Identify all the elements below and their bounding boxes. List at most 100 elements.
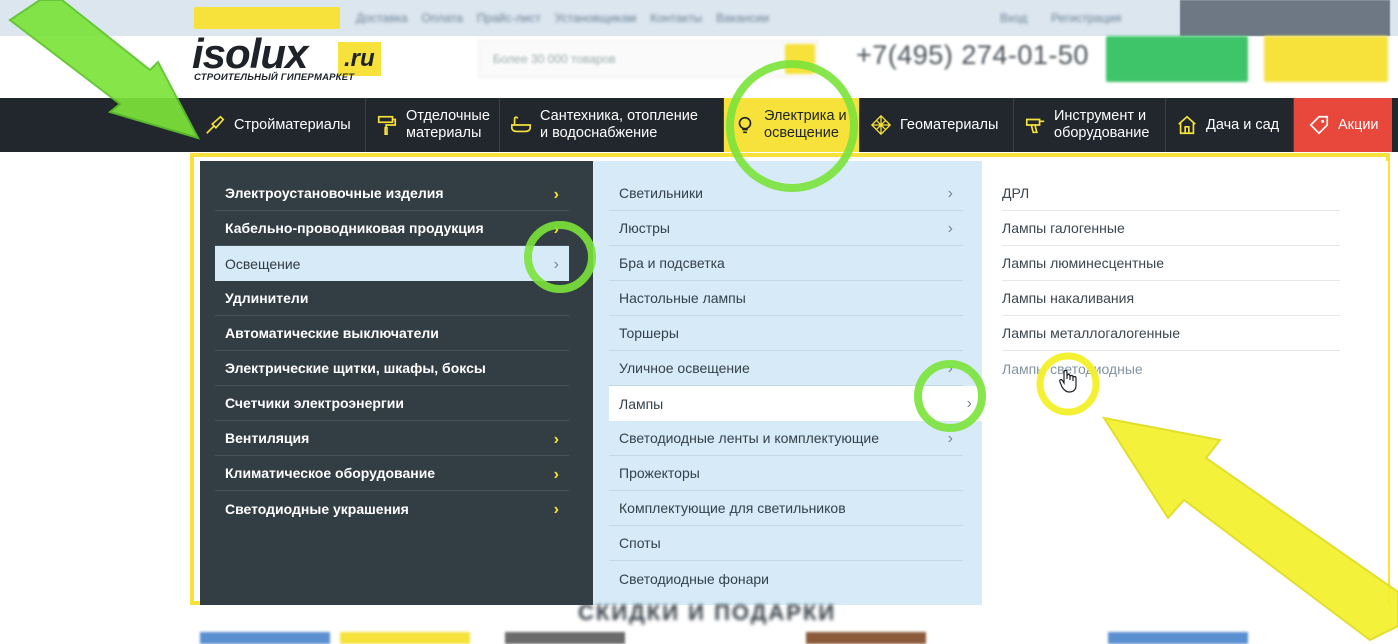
chevron-right-icon: › xyxy=(553,221,559,238)
chevron-right-icon: › xyxy=(947,220,953,237)
phone-number[interactable]: +7(495) 274-01-50 xyxy=(856,40,1089,71)
submenu-item[interactable]: Светодиодные ленты и комплектующие › xyxy=(609,421,963,456)
lamp-type-item[interactable]: Лампы металлогалогенные xyxy=(1002,316,1340,351)
submenu-item-label: Светодиодные фонари xyxy=(619,570,769,587)
nav-label: Дача и сад xyxy=(1206,116,1280,133)
submenu-item-label: Светильники xyxy=(619,185,703,201)
nav-item-akcii[interactable]: Акции xyxy=(1294,98,1392,152)
submenu-item[interactable]: Уличное освещение › xyxy=(609,351,963,386)
bathtub-icon xyxy=(511,116,531,133)
submenu-item[interactable]: Торшеры xyxy=(609,316,963,351)
submenu-item-label: Споты xyxy=(619,535,661,551)
menu-item-label: Удлинители xyxy=(225,290,309,306)
menu-item[interactable]: Счетчики электроэнергии xyxy=(215,386,569,421)
menu-item[interactable]: Вентиляция › xyxy=(215,421,569,456)
search-field[interactable]: Более 30 000 товаров xyxy=(478,40,818,78)
submenu-item[interactable]: Светильники › xyxy=(609,176,963,211)
pay-order-button[interactable] xyxy=(1106,36,1248,82)
logo-domain: .ru xyxy=(338,42,381,76)
menu-item-label: Светодиодные украшения xyxy=(225,500,409,517)
drill-icon xyxy=(1025,118,1045,134)
submenu-item[interactable]: Настольные лампы xyxy=(609,281,963,316)
mega-menu: Электроустановочные изделия › Кабельно-пр… xyxy=(190,153,1390,605)
nav-label: Электрика и освещение xyxy=(764,108,847,141)
menu-item-label: Вентиляция xyxy=(225,430,310,446)
product-thumbnail[interactable] xyxy=(1108,632,1248,644)
lamp-type-item-hovered[interactable]: Лампы светодиодные xyxy=(1002,351,1340,386)
chevron-right-icon: › xyxy=(553,256,559,273)
nav-item-geomaterialy[interactable]: Геоматериалы xyxy=(860,98,1014,152)
register-link[interactable]: Регистрация xyxy=(1051,11,1121,25)
submenu-item[interactable]: Споты xyxy=(609,526,963,561)
submenu-item[interactable]: Комплектующие для светильников xyxy=(609,491,963,526)
nav-label: Сантехника, отопление и водоснабжение xyxy=(540,108,698,141)
lightbulb-icon xyxy=(738,116,752,134)
promo-badge[interactable] xyxy=(194,7,340,29)
nav-label: Инструмент и оборудование xyxy=(1054,108,1150,141)
menu-column-subcategories: Светильники › Люстры › Бра и подсветка Нас… xyxy=(593,161,982,605)
search-placeholder: Более 30 000 товаров xyxy=(493,52,616,66)
callback-button[interactable] xyxy=(1180,0,1390,36)
menu-item-label: Электрические щитки, шкафы, боксы xyxy=(225,360,486,376)
page: Доставка Оплата Прайс-лист Установщикам … xyxy=(0,0,1398,644)
top-link[interactable]: Контакты xyxy=(650,11,702,25)
submenu-item-label: Люстры xyxy=(619,220,670,236)
menu-item-label: Климатическое оборудование xyxy=(225,465,436,481)
menu-item[interactable]: Удлинители xyxy=(215,281,569,316)
nav-item-santehnika[interactable]: Сантехника, отопление и водоснабжение xyxy=(500,98,724,152)
submenu-item-label: Настольные лампы xyxy=(619,290,746,306)
chevron-right-icon: › xyxy=(966,395,972,412)
submenu-item-active[interactable]: Лампы › xyxy=(609,386,982,421)
nav-label: Геоматериалы xyxy=(900,116,999,133)
logo-tagline: СТРОИТЕЛЬНЫЙ ГИПЕРМАРКЕТ xyxy=(194,72,355,83)
top-links: Доставка Оплата Прайс-лист Установщикам … xyxy=(356,11,769,25)
product-thumbnail[interactable] xyxy=(505,632,625,644)
top-link[interactable]: Вакансии xyxy=(716,11,769,25)
menu-column-categories: Электроустановочные изделия › Кабельно-пр… xyxy=(200,161,593,605)
chevron-right-icon: › xyxy=(947,185,953,202)
top-link[interactable]: Оплата xyxy=(422,11,463,25)
submenu-item-label: Лампы xyxy=(619,395,664,412)
cart-button[interactable] xyxy=(1264,36,1388,82)
menu-item[interactable]: Электрические щитки, шкафы, боксы xyxy=(215,351,569,386)
lamp-type-item[interactable]: Лампы люминесцентные xyxy=(1002,246,1340,281)
submenu-item-label: Прожекторы xyxy=(619,465,700,481)
top-link[interactable]: Прайс-лист xyxy=(477,11,541,25)
menu-item[interactable]: Автоматические выключатели xyxy=(215,316,569,351)
menu-item[interactable]: Светодиодные украшения › xyxy=(215,491,569,526)
nav-item-dacha[interactable]: Дача и сад xyxy=(1166,98,1294,152)
submenu-item[interactable]: Люстры › xyxy=(609,211,963,246)
chevron-right-icon: › xyxy=(553,431,559,448)
product-thumbnail[interactable] xyxy=(200,632,330,644)
login-link[interactable]: Вход xyxy=(1000,11,1027,25)
trowel-icon xyxy=(206,115,225,134)
logo[interactable]: isolux .ru СТРОИТЕЛЬНЫЙ ГИПЕРМАРКЕТ xyxy=(192,30,392,86)
lamp-type-item[interactable]: ДРЛ xyxy=(1002,176,1340,211)
user-links: Вход Регистрация xyxy=(1000,11,1121,25)
nav-item-stroymaterialy[interactable]: Стройматериалы xyxy=(190,98,366,152)
submenu-item-label: Уличное освещение xyxy=(619,360,750,376)
search-button[interactable] xyxy=(785,44,815,74)
nav-item-otdelochnye[interactable]: Отделочные материалы xyxy=(366,98,500,152)
section-heading: СКИДКИ И ПОДАРКИ xyxy=(578,600,837,625)
nav-item-instrument[interactable]: Инструмент и оборудование xyxy=(1014,98,1166,152)
menu-item[interactable]: Кабельно-проводниковая продукция › xyxy=(215,211,569,246)
lamp-type-item[interactable]: Лампы галогенные xyxy=(1002,211,1340,246)
submenu-item[interactable]: Бра и подсветка xyxy=(609,246,963,281)
product-thumbnail[interactable] xyxy=(340,632,470,644)
top-link[interactable]: Доставка xyxy=(356,11,408,25)
nav-label: Акции xyxy=(1338,116,1379,133)
submenu-item[interactable]: Светодиодные фонари xyxy=(609,561,963,596)
nav-item-elektrika[interactable]: Электрика и освещение xyxy=(724,98,860,152)
menu-item[interactable]: Электроустановочные изделия › xyxy=(215,176,569,211)
chevron-right-icon: › xyxy=(553,466,559,483)
menu-item-active[interactable]: Освещение › xyxy=(215,246,569,281)
top-link[interactable]: Установщикам xyxy=(555,11,637,25)
house-icon xyxy=(1178,115,1196,135)
submenu-item[interactable]: Прожекторы xyxy=(609,456,963,491)
chevron-right-icon: › xyxy=(553,501,559,518)
menu-item[interactable]: Климатическое оборудование › xyxy=(215,456,569,491)
product-thumbnail[interactable] xyxy=(806,632,926,644)
nav-label: Отделочные материалы xyxy=(406,108,490,141)
lamp-type-item[interactable]: Лампы накаливания xyxy=(1002,281,1340,316)
